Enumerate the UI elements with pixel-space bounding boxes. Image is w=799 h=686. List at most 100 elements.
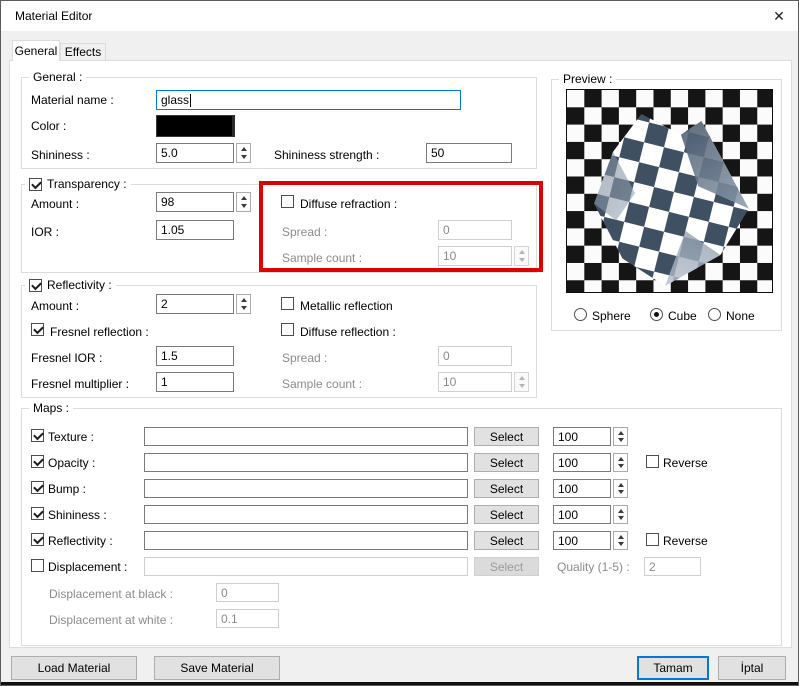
displacement-black-input: 0: [216, 583, 279, 602]
spinner-up-icon[interactable]: [617, 457, 624, 461]
bump-amount-input[interactable]: 100: [553, 479, 611, 498]
reflectivity-checkbox[interactable]: [29, 278, 42, 292]
spinner-up-icon[interactable]: [240, 196, 247, 200]
refraction-pattern: [594, 114, 749, 286]
opacity-path-input[interactable]: [144, 453, 468, 472]
spinner-down-icon[interactable]: [617, 490, 624, 494]
metallic-reflection-checkbox[interactable]: [281, 297, 294, 310]
reflectivity-map-checkbox[interactable]: [31, 533, 44, 546]
spinner-down-icon[interactable]: [240, 155, 247, 159]
preview-sphere-radio[interactable]: [574, 308, 587, 321]
spinner-up-icon[interactable]: [617, 509, 624, 513]
spinner-down-icon[interactable]: [617, 542, 624, 546]
spinner-up-icon[interactable]: [617, 431, 624, 435]
reflectivity-sample-count-spinner: [514, 372, 529, 392]
material-name-value: glass: [161, 93, 190, 107]
fresnel-multiplier-input[interactable]: 1: [156, 372, 234, 392]
shininess-spinner[interactable]: [236, 143, 251, 163]
displacement-white-label: Displacement at white :: [49, 613, 174, 627]
texture-amount-spinner[interactable]: [613, 427, 628, 446]
reflectivity-map-path-input[interactable]: [144, 531, 468, 550]
opacity-reverse-label: Reverse: [663, 456, 708, 470]
opacity-amount-spinner[interactable]: [613, 453, 628, 472]
opacity-label: Opacity :: [48, 456, 96, 470]
maps-group-title: Maps :: [29, 401, 74, 416]
shininess-map-checkbox[interactable]: [31, 507, 44, 520]
texture-amount-input[interactable]: 100: [553, 427, 611, 446]
shininess-strength-input[interactable]: 50: [426, 143, 512, 163]
text-caret: [190, 93, 192, 107]
fresnel-reflection-label: Fresnel reflection :: [50, 325, 149, 339]
save-material-button[interactable]: Save Material: [154, 656, 280, 680]
bump-select-button[interactable]: Select: [474, 479, 539, 498]
diffuse-refraction-checkbox[interactable]: [281, 195, 294, 208]
material-name-input[interactable]: glass: [156, 90, 461, 110]
opacity-reverse-checkbox[interactable]: [646, 455, 659, 468]
transparency-amount-spinner[interactable]: [236, 192, 251, 212]
spinner-down-icon[interactable]: [617, 464, 624, 468]
material-name-label: Material name :: [31, 93, 114, 107]
fresnel-multiplier-label: Fresnel multiplier :: [31, 377, 130, 391]
diffuse-refraction-label: Diffuse refraction :: [300, 197, 398, 211]
shininess-map-path-input[interactable]: [144, 505, 468, 524]
shininess-map-label: Shininess :: [48, 508, 107, 522]
title-bar[interactable]: Material Editor ✕: [1, 1, 798, 31]
load-material-button[interactable]: Load Material: [11, 656, 137, 680]
preview-none-radio[interactable]: [708, 308, 721, 321]
cancel-button[interactable]: İptal: [718, 656, 786, 680]
reflectivity-map-amount-spinner[interactable]: [613, 531, 628, 550]
opacity-amount-input[interactable]: 100: [553, 453, 611, 472]
transparency-amount-input[interactable]: 98: [156, 192, 234, 212]
fresnel-reflection-checkbox[interactable]: [31, 323, 44, 336]
shininess-input[interactable]: 5.0: [156, 143, 234, 163]
shininess-map-amount-input[interactable]: 100: [553, 505, 611, 524]
tab-effects[interactable]: Effects: [60, 43, 106, 61]
displacement-path-input: [144, 557, 468, 576]
reflectivity-reverse-checkbox[interactable]: [646, 533, 659, 546]
preview-cube-radio[interactable]: [650, 308, 663, 321]
tab-general[interactable]: General: [12, 40, 60, 61]
texture-checkbox[interactable]: [31, 429, 44, 442]
reflectivity-spread-input: 0: [438, 346, 512, 366]
ior-input[interactable]: 1.05: [156, 220, 234, 240]
shininess-map-select-button[interactable]: Select: [474, 505, 539, 524]
diffuse-reflection-checkbox[interactable]: [281, 323, 294, 336]
preview-cube-label: Cube: [668, 309, 697, 323]
spinner-up-icon[interactable]: [617, 535, 624, 539]
spinner-down-icon: [518, 384, 525, 388]
displacement-black-label: Displacement at black :: [49, 587, 174, 601]
ok-button[interactable]: Tamam: [637, 656, 709, 680]
reflectivity-map-select-button[interactable]: Select: [474, 531, 539, 550]
spinner-down-icon[interactable]: [240, 306, 247, 310]
fresnel-ior-input[interactable]: 1.5: [156, 346, 234, 366]
spinner-up-icon[interactable]: [240, 147, 247, 151]
texture-select-button[interactable]: Select: [474, 427, 539, 446]
color-swatch-button[interactable]: [156, 115, 235, 137]
opacity-select-button[interactable]: Select: [474, 453, 539, 472]
transparency-checkbox[interactable]: [29, 177, 42, 191]
reflectivity-amount-label: Amount :: [31, 299, 80, 313]
reflectivity-label: Reflectivity :: [47, 278, 112, 292]
reflectivity-amount-input[interactable]: 2: [156, 294, 234, 314]
bump-amount-spinner[interactable]: [613, 479, 628, 498]
color-label: Color :: [31, 119, 67, 133]
spinner-up-icon[interactable]: [617, 483, 624, 487]
spinner-down-icon[interactable]: [617, 516, 624, 520]
close-icon[interactable]: ✕: [766, 4, 792, 28]
general-group-title: General :: [29, 70, 87, 85]
reflectivity-amount-spinner[interactable]: [236, 294, 251, 314]
spinner-down-icon: [518, 258, 525, 262]
bump-path-input[interactable]: [144, 479, 468, 498]
opacity-checkbox[interactable]: [31, 455, 44, 468]
shininess-map-amount-spinner[interactable]: [613, 505, 628, 524]
bump-checkbox[interactable]: [31, 481, 44, 494]
texture-path-input[interactable]: [144, 427, 468, 446]
spinner-down-icon[interactable]: [617, 438, 624, 442]
spinner-up-icon[interactable]: [240, 298, 247, 302]
preview-group-title: Preview :: [559, 72, 617, 87]
spinner-down-icon[interactable]: [240, 204, 247, 208]
reflectivity-map-amount-input[interactable]: 100: [553, 531, 611, 550]
ior-label: IOR :: [31, 225, 60, 239]
displacement-checkbox[interactable]: [31, 559, 44, 572]
shininess-label: Shininess :: [31, 148, 90, 162]
